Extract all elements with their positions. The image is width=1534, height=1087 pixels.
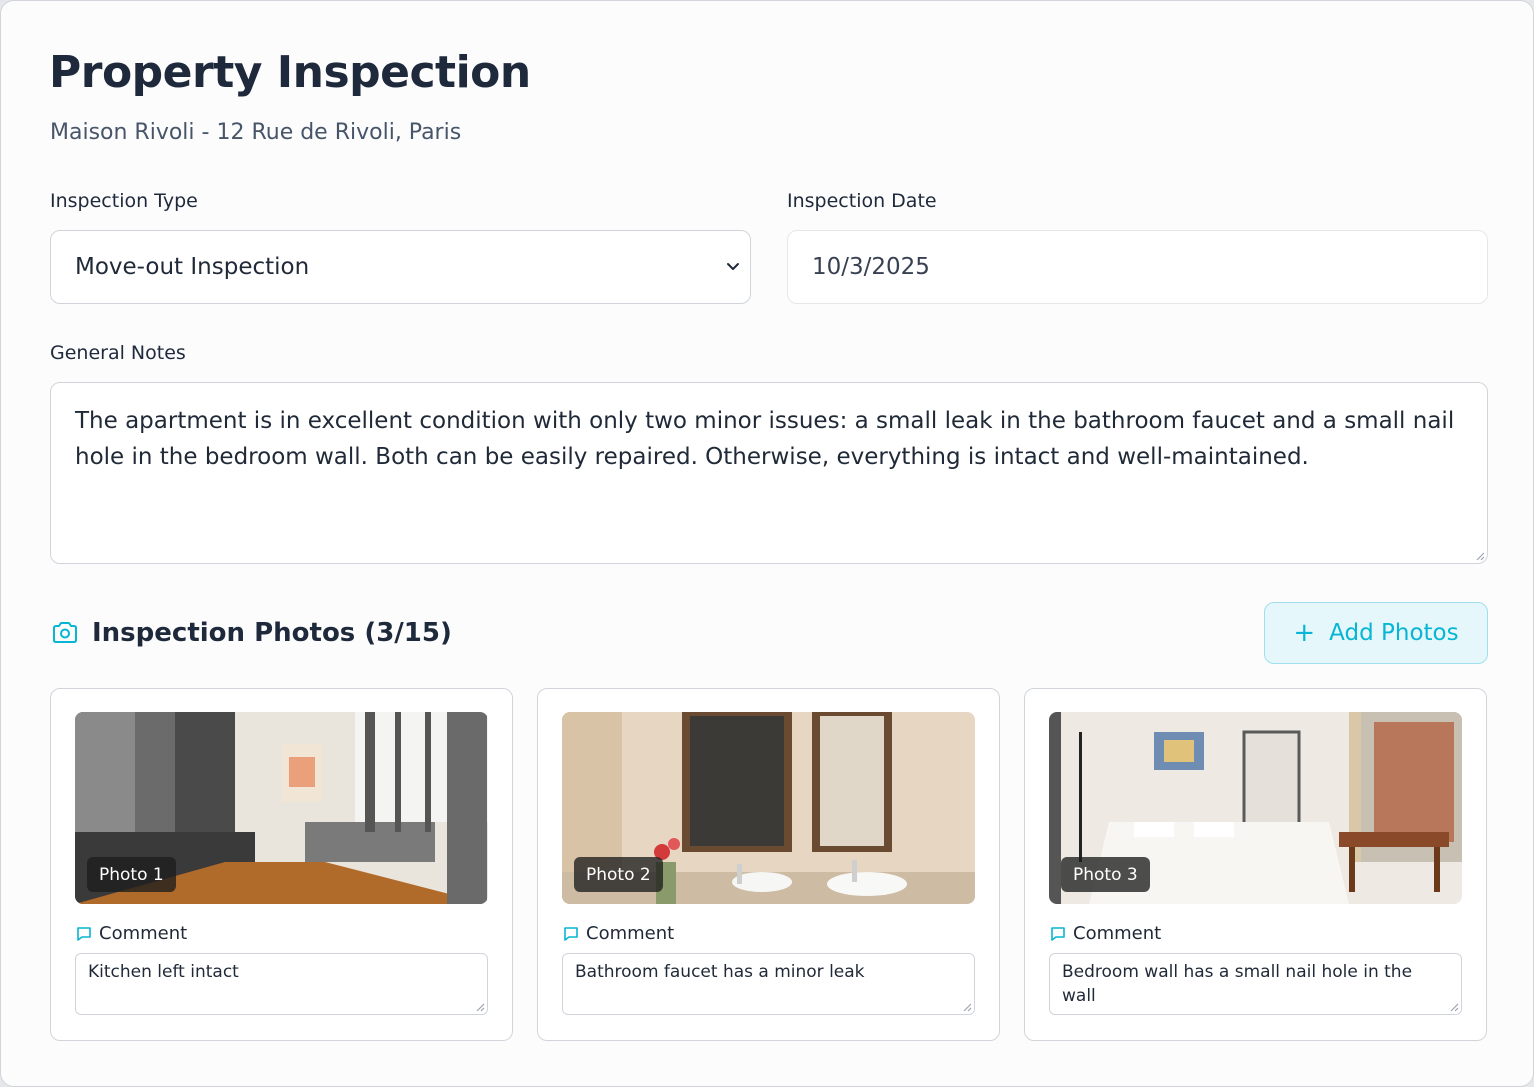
comment-value: Kitchen left intact <box>88 962 239 982</box>
photo-card: Photo 2 Comment Bathroom faucet has a mi… <box>537 688 1000 1041</box>
comment-textarea[interactable]: Bathroom faucet has a minor leak <box>562 953 975 1015</box>
comment-textarea[interactable]: Kitchen left intact <box>75 953 488 1015</box>
resize-handle-icon[interactable] <box>473 1000 485 1012</box>
page-title: Property Inspection <box>49 47 531 98</box>
add-photos-button[interactable]: + Add Photos <box>1264 602 1488 664</box>
comment-value: Bathroom faucet has a minor leak <box>575 962 865 982</box>
general-notes-textarea[interactable]: The apartment is in excellent condition … <box>50 382 1488 564</box>
add-photos-label: Add Photos <box>1329 620 1459 646</box>
photo-card: Photo 1 Comment Kitchen left intact <box>50 688 513 1041</box>
photo-tag: Photo 1 <box>87 857 176 892</box>
inspection-type-label: Inspection Type <box>50 190 198 212</box>
photos-section-header: Inspection Photos (3/15) <box>50 613 452 653</box>
inspection-type-select[interactable]: Move-out Inspection <box>50 230 751 304</box>
chevron-down-icon <box>727 263 739 270</box>
general-notes-label: General Notes <box>50 342 186 364</box>
comment-textarea[interactable]: Bedroom wall has a small nail hole in th… <box>1049 953 1462 1015</box>
property-address: Maison Rivoli - 12 Rue de Rivoli, Paris <box>50 120 462 145</box>
comment-label: Comment <box>1073 923 1162 944</box>
resize-handle-icon[interactable] <box>1473 549 1485 561</box>
photo-card: Photo 3 Comment Bedroom wall has a small… <box>1024 688 1487 1041</box>
inspection-type-value: Move-out Inspection <box>75 254 310 280</box>
photo-thumbnail[interactable]: Photo 2 <box>562 712 975 904</box>
photo-tag: Photo 2 <box>574 857 663 892</box>
inspection-date-input[interactable]: 10/3/2025 <box>787 230 1488 304</box>
inspection-card: Property Inspection Maison Rivoli - 12 R… <box>0 0 1534 1087</box>
comment-icon <box>564 926 578 941</box>
photos-heading: Inspection Photos (3/15) <box>92 618 452 648</box>
comment-label-row: Comment <box>562 923 674 944</box>
camera-icon <box>53 622 77 643</box>
photo-thumbnail[interactable]: Photo 1 <box>75 712 488 904</box>
comment-label-row: Comment <box>1049 923 1161 944</box>
comment-label: Comment <box>99 923 188 944</box>
resize-handle-icon[interactable] <box>1447 1000 1459 1012</box>
comment-icon <box>77 926 91 941</box>
resize-handle-icon[interactable] <box>960 1000 972 1012</box>
comment-label: Comment <box>586 923 675 944</box>
comment-value: Bedroom wall has a small nail hole in th… <box>1062 962 1413 1006</box>
comment-icon <box>1051 926 1065 941</box>
inspection-date-label: Inspection Date <box>787 190 937 212</box>
inspection-date-value: 10/3/2025 <box>812 254 930 280</box>
photo-thumbnail[interactable]: Photo 3 <box>1049 712 1462 904</box>
general-notes-value: The apartment is in excellent condition … <box>75 408 1455 470</box>
plus-icon: + <box>1293 618 1316 648</box>
comment-label-row: Comment <box>75 923 187 944</box>
photo-tag: Photo 3 <box>1061 857 1150 892</box>
